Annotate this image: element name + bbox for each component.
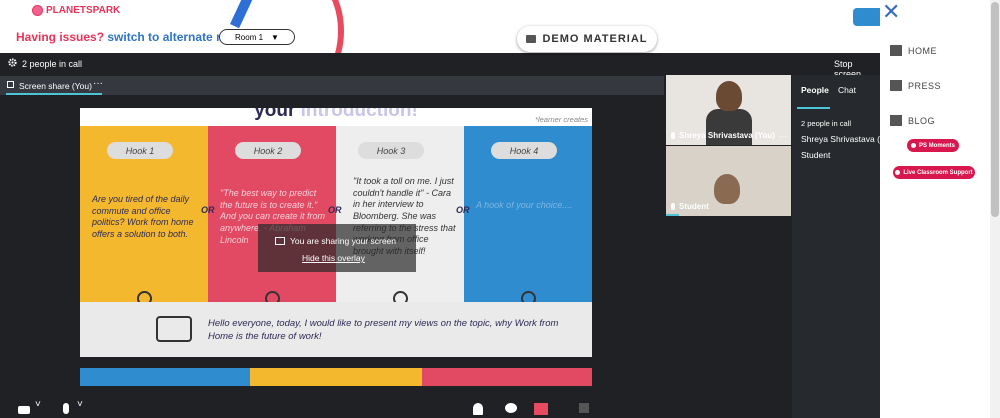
room-select[interactable]: Room 1 ▼ [219,29,295,45]
menu-item-label: HOME [908,45,937,56]
sharing-message: You are sharing your screen [275,236,396,246]
call-header: 2 people in call Stop screen [0,53,880,79]
room-select-value: Room 1 [235,32,264,42]
menu-item-home[interactable]: HOME [890,45,937,56]
planetspark-logo[interactable]: PLANETSPARK [32,5,120,16]
menu-item-label: PRESS [908,80,942,91]
blue-tab-button[interactable] [853,8,883,26]
microphone-icon[interactable] [63,403,69,414]
video-name-text: Shreya Shrivastava (You) [679,131,775,140]
hook-text: A hook of your choice.... [476,200,573,210]
menu-item-label: BLOG [908,115,936,126]
or-label: OR [328,205,342,215]
bullet-icon [910,143,916,148]
hide-overlay-link[interactable]: Hide this overlay [302,253,365,263]
hook-column-1: Hook 1 Are you tired of the daily commut… [80,126,208,306]
people-panel: People Chat 2 people in call Shreya Shri… [792,75,881,418]
hook-label: Hook 3 [358,142,424,159]
screen-share-label: Screen share (You) [19,81,92,91]
participant-face [716,81,742,111]
issues-prefix: Having issues? [16,30,105,44]
demo-material-button[interactable]: DEMO MATERIAL [517,26,657,52]
mic-icon [671,132,675,139]
live-support-label: Live Classroom Support [903,169,973,176]
screen-icon [7,81,14,88]
hook-label: Hook 1 [107,142,173,159]
tab-people[interactable]: People [801,85,829,95]
mic-icon [671,203,675,210]
tab-underline [6,93,102,95]
screen-share-icon [275,237,285,245]
top-bar [0,0,1000,53]
intro-box: Hello everyone, today, I would like to p… [80,302,592,357]
sharing-message-text: You are sharing your screen [290,236,397,246]
newspaper-icon [890,80,902,91]
hook-text: Are you tired of the daily commute and o… [92,194,194,240]
slide-title-b: introduction! [300,108,418,121]
speaking-indicator [666,214,679,216]
or-label: OR [456,205,470,215]
video-tile-self[interactable]: Shreya Shrivastava (You) ··· [666,75,791,145]
panel-people-count: 2 people in call [801,119,852,128]
logo-icon [32,5,43,16]
demo-material-label: DEMO MATERIAL [542,33,648,45]
slide-title-a: your [254,108,301,121]
strip-red [422,368,592,386]
live-support-button[interactable]: Live Classroom Support [893,166,975,179]
hook-column-2: Hook 2 "The best way to predict the futu… [208,126,336,306]
tab-chat[interactable]: Chat [838,85,856,95]
video-name-text: Student [679,202,709,211]
ps-moments-label: PS Moments [918,142,955,149]
pencil-icon [890,115,902,126]
close-icon[interactable]: ✕ [882,0,900,25]
bullet-icon [895,170,901,175]
participant-list-item[interactable]: Shreya Shrivastava (You) [801,134,881,144]
chat-icon[interactable] [505,403,517,413]
grid-view-icon[interactable] [579,403,589,413]
camera-options-chevron[interactable]: ˅ [35,399,41,410]
participant-face [714,174,740,204]
camera-icon[interactable] [18,406,30,414]
intro-text: Hello everyone, today, I would like to p… [208,318,559,342]
gear-icon[interactable] [8,58,17,67]
ps-moments-button[interactable]: PS Moments [907,139,959,152]
scrollbar-thumb[interactable] [991,2,999,217]
chevron-down-icon: ▼ [271,32,279,42]
screen-share-tab[interactable]: Screen share (You) ··· [0,76,664,95]
strip-blue [80,368,250,386]
slide-title: your introduction! [80,108,592,122]
hook-column-3: Hook 3 "It took a toll on me. I just cou… [336,126,464,306]
side-menu [880,0,990,418]
issues-banner: Having issues? switch to alternate room [16,30,246,44]
tab-underline [797,107,830,109]
hook-column-4: Hook 4 A hook of your choice.... [464,126,592,306]
people-count: 2 people in call [22,59,83,69]
video-tile-student[interactable]: Student [666,146,791,216]
menu-item-press[interactable]: PRESS [890,80,941,91]
strip-yellow [250,368,422,386]
participant-list-item[interactable]: Student [801,150,830,160]
hook-label: Hook 2 [235,142,301,159]
more-options-icon[interactable]: ··· [778,131,787,141]
speech-bubble-icon [156,316,192,342]
folder-icon [526,35,537,43]
sharing-overlay: You are sharing your screen Hide this ov… [258,224,416,272]
screen-share-icon[interactable] [534,403,548,415]
or-label: OR [201,205,215,215]
video-name: Student [671,202,709,211]
video-name: Shreya Shrivastava (You) [671,131,775,140]
mic-options-chevron[interactable]: ˅ [77,399,83,410]
more-options-icon[interactable]: ··· [93,78,103,89]
learner-note: *learner creates [535,115,588,124]
people-icon[interactable] [473,403,483,415]
home-icon [890,45,902,56]
hook-label: Hook 4 [491,142,557,159]
menu-item-blog[interactable]: BLOG [890,115,935,126]
logo-text: PLANETSPARK [46,5,121,16]
next-slide-strip [80,368,592,386]
